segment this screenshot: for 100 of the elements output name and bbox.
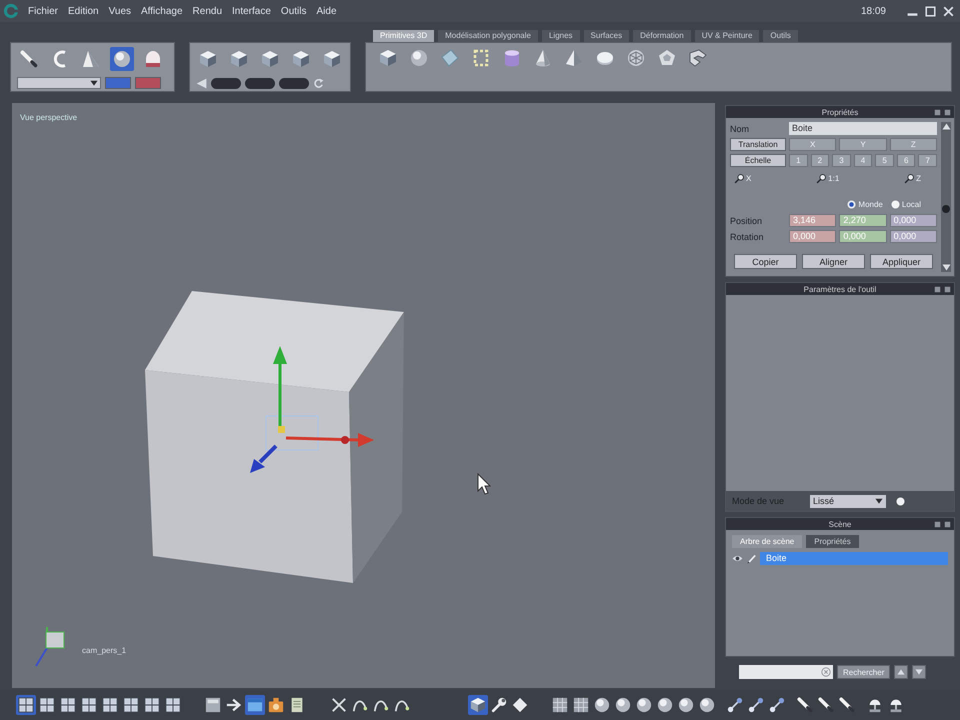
tool-button[interactable] xyxy=(468,695,488,715)
tool-button[interactable] xyxy=(795,695,815,715)
panel-icon xyxy=(205,697,221,713)
radio-button[interactable] xyxy=(847,200,856,209)
axis-triad-drawing xyxy=(35,627,64,667)
small-button[interactable] xyxy=(894,665,908,679)
tab[interactable]: Arbre de scène xyxy=(732,535,802,548)
toggle-button[interactable] xyxy=(245,78,275,88)
action-button[interactable]: Copier xyxy=(734,254,797,269)
tool-button[interactable] xyxy=(510,695,530,715)
small-button[interactable] xyxy=(912,665,926,679)
tool-button[interactable] xyxy=(550,695,570,715)
tool-button[interactable] xyxy=(571,695,591,715)
radio-button[interactable] xyxy=(890,200,900,209)
tool-button[interactable] xyxy=(110,47,134,71)
tool-button[interactable] xyxy=(613,695,633,715)
tool-button[interactable] xyxy=(489,695,509,715)
radio-label: Monde xyxy=(858,200,883,209)
tool-button[interactable] xyxy=(634,695,654,715)
tool-button[interactable] xyxy=(676,695,696,715)
tool-button[interactable] xyxy=(655,695,675,715)
caret-icon xyxy=(875,497,883,505)
scrollbar[interactable] xyxy=(941,122,951,272)
dropdown[interactable]: Lissé xyxy=(810,494,886,508)
arrow-down-icon[interactable] xyxy=(942,263,950,272)
tab[interactable]: Propriétés xyxy=(806,535,859,548)
tool-button[interactable] xyxy=(837,695,857,715)
tab[interactable]: Déformation xyxy=(633,30,691,42)
clock: 18:09 xyxy=(860,6,886,16)
axis-button[interactable]: Y xyxy=(839,138,887,151)
dropdown[interactable] xyxy=(17,77,101,89)
square-icon[interactable] xyxy=(934,520,941,528)
tab[interactable]: Outils xyxy=(763,30,798,42)
tab[interactable]: Primitives 3D xyxy=(373,30,434,42)
scroll-thumb[interactable] xyxy=(942,205,950,213)
scale-button[interactable]: Échelle xyxy=(730,154,786,167)
menu-item[interactable]: Aide xyxy=(311,6,342,16)
tool-button[interactable] xyxy=(37,695,57,715)
tab[interactable]: UV & Peinture xyxy=(694,30,760,42)
name-field[interactable]: Boite xyxy=(789,122,937,135)
dome-icon xyxy=(144,50,162,68)
square-icon[interactable] xyxy=(944,286,951,292)
scene-item[interactable]: Boite xyxy=(760,552,948,564)
magnifier-icon[interactable] xyxy=(816,174,826,184)
circle-icon[interactable] xyxy=(896,496,905,506)
tool-button[interactable] xyxy=(725,695,745,715)
tool-button[interactable] xyxy=(58,695,78,715)
tab[interactable]: Lignes xyxy=(542,30,580,42)
step-button[interactable]: 4 xyxy=(854,154,872,167)
tool-button[interactable] xyxy=(100,695,120,715)
menu-item[interactable]: Fichier xyxy=(23,6,64,16)
translation-button[interactable]: Translation xyxy=(730,138,786,151)
toggle-button[interactable] xyxy=(135,77,161,89)
toggle-button[interactable] xyxy=(105,77,131,89)
tool-button[interactable] xyxy=(79,695,99,715)
toggle-button[interactable] xyxy=(211,78,241,88)
3d-viewport[interactable]: Vue perspective cam_pers_1 xyxy=(12,103,715,688)
search-field[interactable] xyxy=(739,665,833,679)
square-icon[interactable] xyxy=(944,108,951,116)
tool-button[interactable] xyxy=(816,695,836,715)
tab[interactable]: Surfaces xyxy=(584,30,630,42)
tool-button[interactable] xyxy=(697,695,717,715)
menu-item[interactable]: Interface xyxy=(227,6,276,16)
grid-layout-icon xyxy=(144,697,160,713)
square-icon[interactable] xyxy=(944,520,951,528)
cube-model[interactable] xyxy=(145,291,404,583)
axis-label: X xyxy=(746,174,752,183)
tab[interactable]: Modélisation polygonale xyxy=(438,30,538,42)
magnifier-icon[interactable] xyxy=(734,174,744,184)
tool-button[interactable] xyxy=(767,695,787,715)
tool-button[interactable] xyxy=(142,695,162,715)
menu-item[interactable]: Affichage xyxy=(136,6,188,16)
tool-button[interactable] xyxy=(592,695,612,715)
magnifier-icon[interactable] xyxy=(904,174,914,184)
square-icon[interactable] xyxy=(934,286,941,292)
move-gizmo-drawing[interactable] xyxy=(250,346,374,473)
arrow-up-icon[interactable] xyxy=(942,122,950,131)
pencil-icon[interactable] xyxy=(746,552,757,564)
clear-icon[interactable] xyxy=(821,667,831,677)
square-icon[interactable] xyxy=(934,108,941,116)
maximize-icon[interactable] xyxy=(925,6,936,16)
grid-layout-icon xyxy=(102,697,118,713)
menu-item[interactable]: Outils xyxy=(276,6,312,16)
tool-button[interactable] xyxy=(121,695,141,715)
menu-item[interactable]: Rendu xyxy=(188,6,227,16)
toggle-button[interactable] xyxy=(279,78,309,88)
axis-button[interactable]: X xyxy=(789,138,836,151)
action-button[interactable]: Aligner xyxy=(802,254,865,269)
menu-item[interactable]: Edition xyxy=(63,6,104,16)
menu-item[interactable]: Vues xyxy=(104,6,136,16)
tool-button[interactable] xyxy=(16,695,36,715)
search-button[interactable]: Rechercher xyxy=(837,665,890,679)
cube-icon xyxy=(230,50,248,68)
brush-icon xyxy=(20,50,38,68)
tool-button[interactable] xyxy=(203,695,223,715)
tool-button[interactable] xyxy=(746,695,766,715)
tool-button[interactable] xyxy=(266,695,286,715)
action-button[interactable]: Appliquer xyxy=(870,254,933,269)
close-icon[interactable] xyxy=(943,6,954,16)
tool-button[interactable] xyxy=(163,695,183,715)
